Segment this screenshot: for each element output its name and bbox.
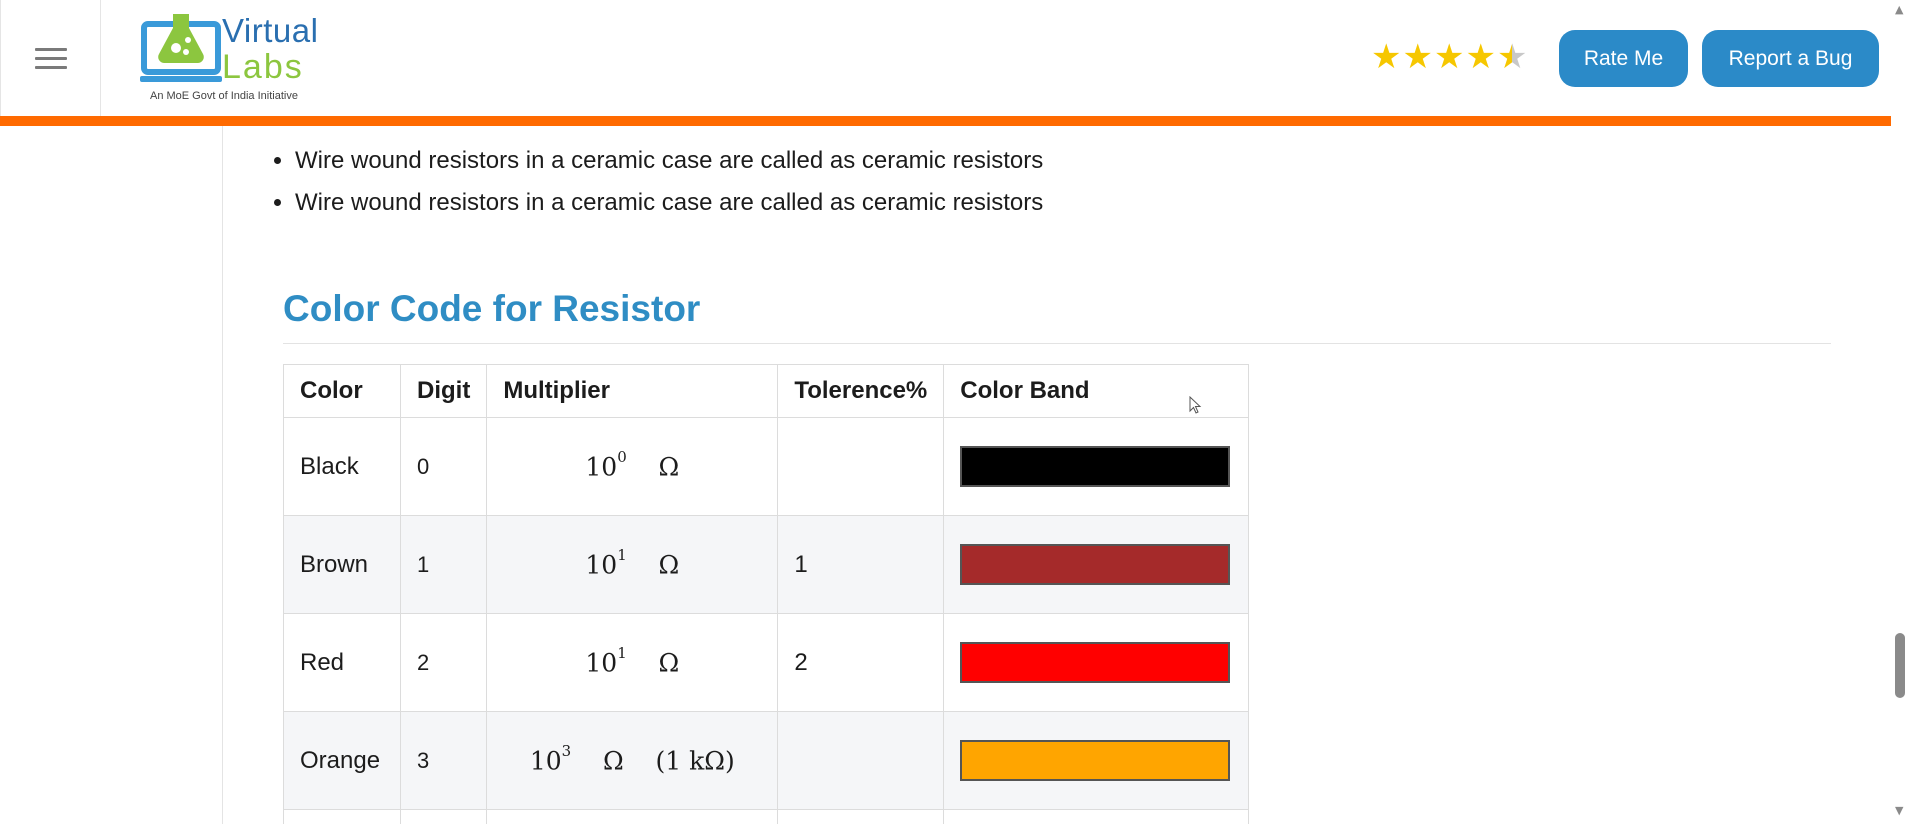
color-name-cell: Black xyxy=(283,417,401,516)
color-band-swatch xyxy=(960,446,1231,487)
page-scrollbar[interactable]: ▲ ▼ xyxy=(1891,0,1910,824)
main-content: Wire wound resistors in a ceramic case a… xyxy=(222,126,1892,824)
digit-cell: 0 xyxy=(399,417,488,516)
virtual-labs-logo[interactable]: Virtual Labs An MoE Govt of India Initia… xyxy=(140,10,320,106)
top-header: Virtual Labs An MoE Govt of India Initia… xyxy=(0,0,1891,126)
tolerance-cell xyxy=(777,417,945,516)
tolerance-cell: 1 xyxy=(777,515,945,614)
table-row: Black 0 100 Ω xyxy=(283,417,1250,516)
rate-me-button[interactable]: Rate Me xyxy=(1559,30,1688,87)
color-band-swatch xyxy=(960,642,1231,683)
multiplier-cell: 101 Ω xyxy=(486,613,779,712)
table-row: Orange 3 103 Ω (1 kΩ) xyxy=(283,711,1250,810)
color-code-table: Color Digit Multiplier Tolerence% Color … xyxy=(283,364,1250,824)
table-cell xyxy=(283,809,401,824)
table-cell xyxy=(943,809,1250,824)
hamburger-icon xyxy=(34,42,67,75)
color-band-cell xyxy=(943,515,1250,614)
scroll-up-arrow-icon[interactable]: ▲ xyxy=(1895,3,1903,16)
tolerance-cell: 2 xyxy=(777,613,945,712)
multiplier-base: 10 xyxy=(585,550,618,580)
multiplier-cell: 103 Ω (1 kΩ) xyxy=(486,711,779,810)
flask-monitor-icon xyxy=(140,14,222,82)
multiplier-unit: Ω xyxy=(603,746,624,776)
multiplier-cell: 101 Ω xyxy=(486,515,779,614)
multiplier-unit: Ω xyxy=(658,452,680,482)
multiplier-base: 10 xyxy=(529,746,562,776)
table-row xyxy=(283,809,1250,824)
multiplier-unit: Ω xyxy=(658,648,680,678)
multiplier-cell: 100 Ω xyxy=(486,417,779,516)
logo-title-line1: Virtual xyxy=(222,12,319,49)
column-header-color-band: Color Band xyxy=(943,364,1250,418)
color-band-swatch xyxy=(960,740,1231,781)
tolerance-cell xyxy=(777,711,945,810)
table-row: Brown 1 101 Ω 1 xyxy=(283,515,1250,614)
menu-button[interactable] xyxy=(0,0,101,116)
section-divider xyxy=(283,343,1831,344)
multiplier-exponent: 3 xyxy=(561,741,572,760)
multiplier-extra: (1 kΩ) xyxy=(655,746,735,776)
table-header-row: Color Digit Multiplier Tolerence% Color … xyxy=(283,364,1250,418)
table-cell xyxy=(486,809,779,824)
table-row: Red 2 101 Ω 2 xyxy=(283,613,1250,712)
logo-subtitle: An MoE Govt of India Initiative xyxy=(150,90,298,102)
multiplier-exponent: 1 xyxy=(617,545,627,564)
scrollbar-thumb[interactable] xyxy=(1895,633,1905,698)
list-item: Wire wound resistors in a ceramic case a… xyxy=(295,140,1043,182)
column-header-tolerance: Tolerence% xyxy=(777,364,945,418)
table-cell xyxy=(399,809,488,824)
color-band-cell xyxy=(943,711,1250,810)
half-star-icon[interactable]: ★ xyxy=(1497,38,1527,76)
multiplier-exponent: 0 xyxy=(617,447,627,466)
color-name-cell: Brown xyxy=(283,515,401,614)
list-item: Wire wound resistors in a ceramic case a… xyxy=(295,182,1043,224)
multiplier-base: 10 xyxy=(585,452,618,482)
star-icon[interactable]: ★ xyxy=(1465,38,1495,76)
report-bug-button[interactable]: Report a Bug xyxy=(1702,30,1879,87)
multiplier-unit: Ω xyxy=(658,550,680,580)
color-band-cell xyxy=(943,613,1250,712)
column-header-multiplier: Multiplier xyxy=(486,364,779,418)
rating-stars[interactable]: ★ ★ ★ ★ ★ xyxy=(1371,38,1527,76)
logo-title-line2: Labs xyxy=(222,48,304,86)
color-name-cell: Orange xyxy=(283,711,401,810)
column-header-color: Color xyxy=(283,364,401,418)
color-band-cell xyxy=(943,417,1250,516)
bullet-list: Wire wound resistors in a ceramic case a… xyxy=(261,140,1043,224)
multiplier-base: 10 xyxy=(585,648,618,678)
star-icon[interactable]: ★ xyxy=(1402,38,1432,76)
star-icon[interactable]: ★ xyxy=(1434,38,1464,76)
digit-cell: 3 xyxy=(399,711,488,810)
color-name-cell: Red xyxy=(283,613,401,712)
color-band-swatch xyxy=(960,544,1231,585)
digit-cell: 2 xyxy=(399,613,488,712)
scroll-down-arrow-icon[interactable]: ▼ xyxy=(1895,804,1903,817)
digit-cell: 1 xyxy=(399,515,488,614)
table-cell xyxy=(777,809,945,824)
multiplier-exponent: 1 xyxy=(617,643,627,662)
star-icon[interactable]: ★ xyxy=(1371,38,1401,76)
column-header-digit: Digit xyxy=(399,364,488,418)
section-title: Color Code for Resistor xyxy=(283,288,701,329)
